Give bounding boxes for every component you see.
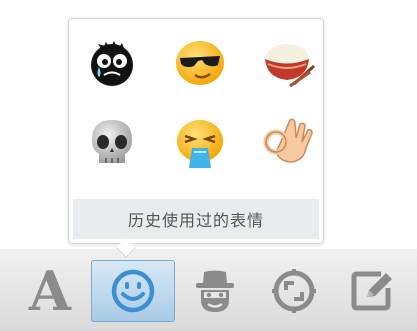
emoji-button[interactable] [91,260,175,322]
crying-black-sweat-icon [91,41,133,86]
rice-bowl-icon [265,44,316,88]
chat-toolbar: A [0,249,417,331]
history-emoji-label: 历史使用过的表情 [127,211,264,230]
history-emoji-bar[interactable]: 历史使用过的表情 [73,199,319,239]
emoji-rice-bowl[interactable] [259,33,317,91]
emoji-ok-hand[interactable] [259,113,317,171]
emoji-vomiting[interactable] [171,113,229,171]
hat-mask-button[interactable] [173,260,257,322]
cool-sunglasses-face-icon [176,41,224,85]
screenshot-icon [272,269,316,313]
emoji-skull[interactable] [83,113,141,171]
smiley-icon [111,269,155,313]
edit-icon [351,271,392,311]
font-button[interactable]: A [8,260,92,322]
hat-mask-icon [196,270,234,312]
font-a-icon: A [29,259,71,323]
ok-hand-icon [263,118,313,163]
emoji-popup: 历史使用过的表情 [68,18,324,244]
emoji-grid [83,33,316,171]
emoji-cool-sunglasses[interactable] [171,33,229,91]
emoji-crying-black[interactable] [83,33,141,91]
edit-button[interactable] [330,260,414,322]
skull-icon [92,120,132,163]
vomiting-face-icon [177,120,223,168]
screenshot-button[interactable] [252,260,336,322]
